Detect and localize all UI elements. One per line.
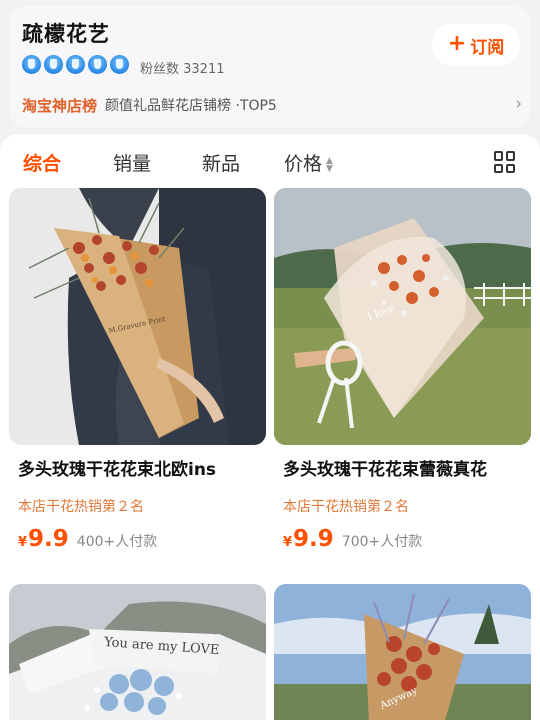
product-image[interactable]: I love: [274, 188, 531, 445]
sold-count: 700+人付款: [341, 534, 423, 550]
shop-rank-link[interactable]: 淘宝神店榜 颜值礼品鲜花店铺榜 ·TOP5 ›: [22, 94, 522, 116]
diamond-crown-icon: [44, 55, 63, 74]
tab-new[interactable]: 新品: [202, 149, 240, 176]
product-card[interactable]: Anyway: [274, 584, 531, 720]
sort-arrows-icon: ▲ ▼: [326, 155, 333, 174]
rank-text: 颜值礼品鲜花店铺榜 ·TOP5: [105, 98, 277, 114]
product-price: 9.9: [293, 526, 334, 552]
diamond-crown-icon: [66, 55, 85, 74]
shop-name[interactable]: 疏檬花艺: [22, 18, 110, 48]
product-title[interactable]: 多头玫瑰干花花束北欧ins: [9, 455, 266, 480]
plus-icon: +: [447, 31, 467, 56]
fans-count: 粉丝数 33211: [140, 62, 225, 77]
tab-comprehensive[interactable]: 综合: [23, 149, 61, 176]
sold-count: 400+人付款: [76, 534, 158, 550]
product-rank-tag: 本店干花热销第２名: [283, 499, 409, 515]
product-rank-tag: 本店干花热销第２名: [18, 499, 144, 515]
tab-price-label: 价格: [284, 153, 323, 175]
diamond-crown-icon: [110, 55, 129, 74]
diamond-crown-icon: [22, 55, 41, 74]
tab-sales[interactable]: 销量: [113, 149, 151, 176]
product-card[interactable]: You are my LOVE: [9, 584, 266, 720]
shop-rating-badges: [22, 55, 129, 74]
currency-symbol: ¥: [18, 535, 28, 550]
product-price: 9.9: [28, 526, 69, 552]
grid-view-icon[interactable]: [494, 151, 516, 173]
shop-header-card: 疏檬花艺 粉丝数 33211 + 订阅 淘宝神店榜 颜值礼品鲜花店铺榜 ·TOP…: [10, 6, 530, 128]
subscribe-label: 订阅: [470, 37, 505, 58]
chevron-right-icon: ›: [515, 94, 522, 114]
product-title[interactable]: 多头玫瑰干花花束蕾薇真花: [274, 455, 531, 480]
diamond-crown-icon: [88, 55, 107, 74]
product-image[interactable]: Anyway: [274, 584, 531, 720]
product-card[interactable]: I love 多头玫瑰干花花束蕾薇真花 本店干花热销第２名 ¥ 9.9 700+…: [274, 188, 531, 552]
price-row: ¥ 9.9 400+人付款: [9, 526, 266, 552]
product-grid: M.Gravure Print 多头玫瑰干花花束北欧ins 本店干花热销第２名 …: [0, 188, 540, 720]
tab-price[interactable]: 价格 ▲ ▼: [284, 149, 333, 176]
currency-symbol: ¥: [283, 535, 293, 550]
product-image[interactable]: You are my LOVE: [9, 584, 266, 720]
product-card[interactable]: M.Gravure Print 多头玫瑰干花花束北欧ins 本店干花热销第２名 …: [9, 188, 266, 552]
product-image[interactable]: M.Gravure Print: [9, 188, 266, 445]
sort-tabs: 综合 销量 新品 价格 ▲ ▼: [0, 134, 540, 188]
rank-tag: 淘宝神店榜: [22, 96, 98, 115]
price-row: ¥ 9.9 700+人付款: [274, 526, 531, 552]
subscribe-button[interactable]: + 订阅: [432, 24, 520, 66]
